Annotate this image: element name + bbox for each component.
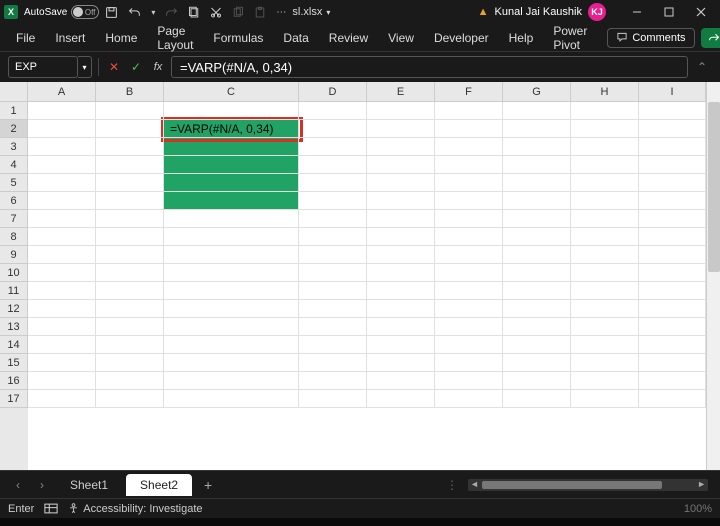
row-header[interactable]: 5 [0,174,28,192]
row-header[interactable]: 6 [0,192,28,210]
accessibility-button[interactable]: Accessibility: Investigate [68,503,202,515]
cut-icon[interactable] [210,6,222,19]
autosave-label: AutoSave [24,7,67,18]
tab-data[interactable]: Data [283,31,308,45]
share-button[interactable]: ▾ [701,28,720,48]
row-header[interactable]: 1 [0,102,28,120]
col-header[interactable]: C [164,82,299,102]
row-header[interactable]: 9 [0,246,28,264]
zoom-level[interactable]: 100% [684,503,712,515]
vertical-scrollbar[interactable] [706,82,720,470]
tab-insert[interactable]: Insert [55,31,85,45]
tab-page-layout[interactable]: Page Layout [157,24,193,52]
tab-home[interactable]: Home [105,31,137,45]
row-header[interactable]: 15 [0,354,28,372]
row-header[interactable]: 7 [0,210,28,228]
scroll-left-icon[interactable]: ◄ [470,479,479,489]
mode-indicator: Enter [8,503,34,515]
col-header[interactable]: D [299,82,367,102]
avatar[interactable]: KJ [588,3,606,21]
tab-review[interactable]: Review [329,31,368,45]
row-header[interactable]: 10 [0,264,28,282]
sheet-tab-active[interactable]: Sheet2 [126,474,192,496]
col-header[interactable]: G [503,82,571,102]
row-header[interactable]: 17 [0,390,28,408]
row-header[interactable]: 3 [0,138,28,156]
filename[interactable]: sl.xlsx ▾ [292,6,330,18]
scroll-thumb[interactable] [708,102,720,272]
status-bar: Enter Accessibility: Investigate 100% [0,498,720,518]
column-headers: A B C D E F G H I [28,82,706,102]
sheet-tab[interactable]: Sheet1 [56,474,122,496]
save-icon[interactable] [105,6,118,19]
select-all-corner[interactable] [0,82,28,102]
comment-icon [616,32,628,43]
comments-button[interactable]: Comments [607,28,694,48]
row-header[interactable]: 14 [0,336,28,354]
col-header[interactable]: H [571,82,639,102]
title-bar: X AutoSave Off ▾ ⋯ sl.xlsx ▾ ▲ Kunal Jai… [0,0,720,24]
tab-help[interactable]: Help [509,31,534,45]
user-account[interactable]: ▲ Kunal Jai Kaushik KJ [478,3,606,21]
scroll-right-icon[interactable]: ► [697,479,706,489]
formula-bar: EXP ▾ ✕ ✓ fx =VARP(#N/A, 0,34) ⌃ [0,52,720,82]
copy-icon[interactable] [232,6,244,19]
row-header[interactable]: 11 [0,282,28,300]
row-header[interactable]: 12 [0,300,28,318]
close-button[interactable] [686,1,716,23]
cell-grid[interactable]: =VARP(#N/A, 0,34) [28,102,706,470]
row-header[interactable]: 13 [0,318,28,336]
row-header[interactable]: 4 [0,156,28,174]
name-box[interactable]: EXP [8,56,78,78]
redo-icon[interactable] [165,6,178,19]
col-header[interactable]: B [96,82,164,102]
scroll-thumb[interactable] [482,481,662,489]
row-header[interactable]: 16 [0,372,28,390]
row-headers: 1 2 3 4 5 6 7 8 9 10 11 12 13 14 15 16 1… [0,102,28,470]
row-header[interactable]: 2 [0,120,28,138]
add-sheet-button[interactable]: + [196,477,220,493]
tab-separator: ⋮ [446,478,458,492]
fx-icon[interactable]: fx [149,58,167,76]
ribbon-tabs: File Insert Home Page Layout Formulas Da… [0,24,720,52]
undo-dropdown-icon[interactable]: ▾ [151,8,155,17]
col-header[interactable]: A [28,82,96,102]
col-header[interactable]: I [639,82,706,102]
expand-formula-bar-icon[interactable]: ⌃ [692,60,712,74]
worksheet: A B C D E F G H I 1 2 3 4 5 6 7 8 9 10 1… [0,82,720,470]
enter-icon[interactable]: ✓ [127,58,145,76]
formula-input[interactable]: =VARP(#N/A, 0,34) [171,56,688,78]
col-header[interactable]: F [435,82,503,102]
sheet-tab-bar: ‹ › Sheet1 Sheet2 + ⋮ ◄ ► [0,470,720,498]
chevron-down-icon: ▾ [326,8,330,17]
sheet-nav-prev-icon[interactable]: ‹ [8,478,28,492]
clipboard-icon[interactable] [188,6,200,19]
tab-view[interactable]: View [388,31,414,45]
tab-developer[interactable]: Developer [434,31,489,45]
qat: ▾ ⋯ [105,6,286,19]
col-header[interactable]: E [367,82,435,102]
tab-file[interactable]: File [16,31,35,45]
bottom-strip [0,518,720,526]
tab-power-pivot[interactable]: Power Pivot [553,24,587,52]
horizontal-scrollbar[interactable]: ◄ ► [468,479,708,491]
paste-icon[interactable] [254,6,266,19]
sheet-nav-next-icon[interactable]: › [32,478,52,492]
minimize-button[interactable] [622,1,652,23]
cancel-icon[interactable]: ✕ [105,58,123,76]
row-header[interactable]: 8 [0,228,28,246]
autosave-toggle[interactable]: AutoSave Off [24,5,99,19]
maximize-button[interactable] [654,1,684,23]
toggle-switch[interactable]: Off [71,5,99,19]
warning-icon: ▲ [478,6,489,18]
undo-icon[interactable] [128,6,141,19]
user-name: Kunal Jai Kaushik [495,6,582,18]
tab-formulas[interactable]: Formulas [213,31,263,45]
excel-icon: X [4,5,18,19]
window-controls [622,1,716,23]
name-box-dropdown[interactable]: ▾ [78,56,92,78]
stats-icon[interactable] [44,503,58,514]
qat-overflow-icon[interactable]: ⋯ [276,7,286,18]
